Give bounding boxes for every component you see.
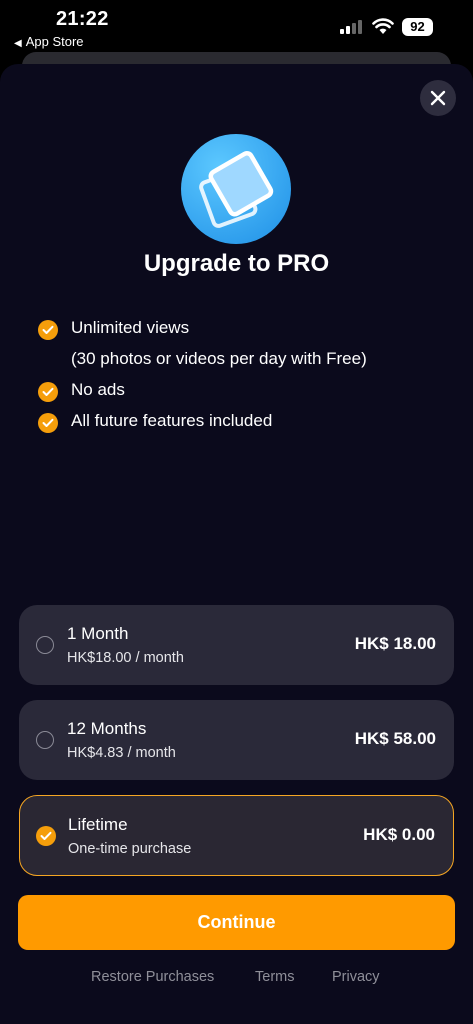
plan-subtitle: HK$4.83 / month <box>67 745 176 761</box>
plan-price: HK$ 18.00 <box>354 634 436 653</box>
back-arrow-icon: ◀ <box>14 38 22 49</box>
radio-unselected-icon[interactable] <box>36 636 54 654</box>
plan-price: HK$ 0.00 <box>363 825 435 844</box>
wifi-icon <box>372 18 394 34</box>
cellular-signal-icon <box>340 20 362 34</box>
app-logo-icon <box>181 134 291 244</box>
terms-link[interactable]: Terms <box>255 969 294 985</box>
close-button[interactable] <box>420 80 456 116</box>
close-icon <box>430 90 446 106</box>
back-to-app-store-link[interactable]: ◀ App Store <box>14 34 84 49</box>
continue-button[interactable]: Continue <box>18 895 455 950</box>
plan-name: 1 Month <box>67 624 129 643</box>
status-time: 21:22 <box>56 8 109 30</box>
feature-label: No ads <box>71 380 125 399</box>
plan-subtitle: One-time purchase <box>68 841 192 857</box>
restore-purchases-link[interactable]: Restore Purchases <box>91 969 214 985</box>
plan-option-12-months[interactable]: 12 Months HK$4.83 / month HK$ 58.00 <box>19 700 454 780</box>
plan-option-1-month[interactable]: 1 Month HK$18.00 / month HK$ 18.00 <box>19 605 454 685</box>
back-to-app-store-label: App Store <box>25 34 84 49</box>
paywall-title: Upgrade to PRO <box>143 250 330 277</box>
plan-price: HK$ 58.00 <box>354 729 436 748</box>
feature-label: All future features included <box>71 411 273 430</box>
status-bar: 21:22 ◀ App Store 92 <box>0 0 473 52</box>
plan-option-lifetime[interactable]: Lifetime One-time purchase HK$ 0.00 <box>19 795 454 876</box>
plan-name: 12 Months <box>67 719 147 738</box>
checkmark-icon <box>38 320 58 340</box>
radio-unselected-icon[interactable] <box>36 731 54 749</box>
battery-indicator: 92 <box>402 18 433 36</box>
privacy-link[interactable]: Privacy <box>332 969 380 985</box>
plan-subtitle: HK$18.00 / month <box>67 650 184 666</box>
plan-name: Lifetime <box>68 815 128 834</box>
checkmark-icon <box>38 413 58 433</box>
feature-label: Unlimited views <box>71 318 190 337</box>
feature-label: (30 photos or videos per day with Free) <box>71 349 367 368</box>
radio-selected-check-icon[interactable] <box>36 826 56 846</box>
checkmark-icon <box>38 382 58 402</box>
